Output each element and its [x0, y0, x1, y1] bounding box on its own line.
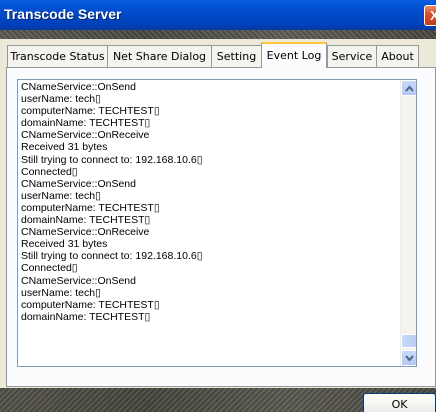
log-line: CNameService::OnReceive: [21, 226, 150, 239]
log-line: Received 31 bytes: [21, 238, 108, 251]
tab-net-share-dialog[interactable]: Net Share Dialog: [107, 45, 212, 68]
log-line: domainName: TECHTEST▯: [21, 117, 151, 130]
log-line: userName: tech▯: [21, 93, 101, 106]
log-line: Connected▯: [21, 262, 78, 275]
log-line: CNameService::OnSend: [21, 81, 136, 93]
log-line: userName: tech▯: [21, 286, 101, 299]
close-button[interactable]: X: [424, 5, 436, 26]
log-line: computerName: TECHTEST▯: [21, 298, 160, 311]
log-line: CNameService::OnSend: [21, 274, 136, 287]
ok-button[interactable]: OK: [363, 393, 436, 412]
chevron-down-icon: [405, 355, 414, 362]
tab-about[interactable]: About: [376, 45, 419, 68]
window-title: Transcode Server: [4, 6, 122, 22]
scroll-up-button[interactable]: [401, 80, 416, 96]
log-line: CNameService::OnSend: [21, 177, 136, 190]
title-texture-strip: [0, 30, 436, 39]
log-line: CNameService::OnReceive: [21, 129, 150, 142]
title-bar[interactable]: Transcode Server X: [0, 0, 436, 30]
transcode-server-window: Transcode Server X Transcode Status Net …: [0, 0, 436, 412]
tab-event-log[interactable]: Event Log: [261, 42, 327, 68]
close-icon: X: [430, 8, 436, 23]
tab-service[interactable]: Service: [327, 45, 377, 68]
event-log-listbox[interactable]: CNameService::OnSend userName: tech▯ compu…: [17, 79, 417, 367]
log-line: Still trying to connect to: 192.168.10.6…: [21, 250, 203, 263]
log-line: Still trying to connect to: 192.168.10.6…: [21, 153, 203, 166]
log-line: userName: tech▯: [21, 189, 101, 202]
log-line: Received 31 bytes: [21, 141, 108, 154]
log-line: domainName: TECHTEST▯: [21, 214, 151, 227]
dialog-client-area: Transcode Status Net Share Dialog Settin…: [0, 39, 436, 412]
log-line: domainName: TECHTEST▯: [21, 310, 151, 323]
log-line: computerName: TECHTEST▯: [21, 201, 160, 214]
scroll-thumb[interactable]: [401, 334, 416, 348]
tab-strip: Transcode Status Net Share Dialog Settin…: [0, 42, 436, 68]
log-line: computerName: TECHTEST▯: [21, 105, 160, 118]
log-line: Connected▯: [21, 165, 78, 178]
scroll-down-button[interactable]: [401, 350, 416, 366]
chevron-up-icon: [405, 85, 414, 92]
tab-transcode-status[interactable]: Transcode Status: [7, 45, 108, 68]
event-log-lines: CNameService::OnSend userName: tech▯ compu…: [21, 81, 401, 365]
tab-setting[interactable]: Setting: [211, 45, 262, 68]
vertical-scrollbar[interactable]: [400, 80, 416, 366]
